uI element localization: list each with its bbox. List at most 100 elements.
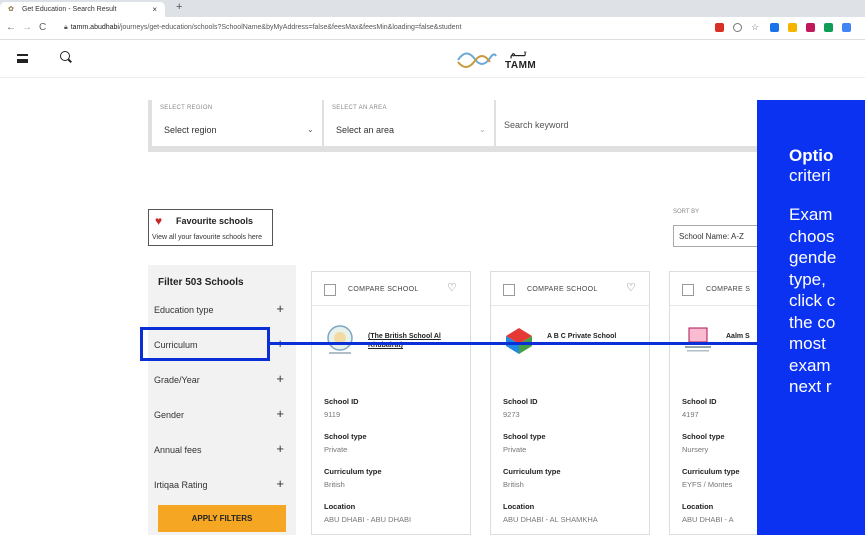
favourite-schools-link[interactable]: ♥ Favourite schools View all your favour…: [148, 209, 273, 246]
filter-label: Annual fees: [154, 445, 202, 455]
school-logo: [685, 327, 711, 352]
divider: [491, 305, 649, 306]
reload-icon[interactable]: C: [39, 22, 46, 33]
region-value: Select region: [164, 125, 217, 135]
chevron-down-icon: ⌄: [307, 125, 314, 134]
apply-filters-button[interactable]: APPLY FILTERS: [158, 505, 286, 532]
school-type-value: Nursery: [682, 445, 709, 454]
curriculum-type-value: EYFS / Montes: [682, 480, 733, 489]
logo-arabic-text: تـــم: [510, 48, 527, 58]
location-value: ABU DHABI - ABU DHABI: [324, 515, 412, 524]
extension-icon[interactable]: [842, 23, 851, 32]
lock-icon: 🔒︎: [64, 24, 68, 31]
area-select[interactable]: SELECT AN AREA Select an area ⌄: [324, 100, 494, 146]
back-icon[interactable]: ←: [6, 22, 16, 33]
menu-icon[interactable]: [17, 54, 28, 63]
address-bar: ← → C 🔒︎ tamm.abudhabi/journeys/get-educa…: [0, 17, 865, 40]
school-id-label: School ID: [324, 397, 359, 406]
filter-label: Education type: [154, 305, 214, 315]
filter-header: Filter 503 Schools: [158, 277, 244, 288]
region-select[interactable]: SELECT REGION Select region ⌄: [152, 100, 322, 146]
area-value: Select an area: [336, 125, 395, 135]
overlay-body: Exam choos gende type, click c the co mo…: [789, 204, 865, 398]
school-logo: [327, 325, 353, 354]
filter-label: Grade/Year: [154, 375, 200, 385]
compare-label: COMPARE SCHOOL: [527, 286, 598, 293]
compare-label: COMPARE SCHOOL: [348, 286, 419, 293]
extension-icon[interactable]: [788, 23, 797, 32]
filter-item-annual-fees[interactable]: Annual fees +: [148, 441, 296, 461]
site-header: [0, 40, 865, 78]
location-value: ABU DHABI - A: [682, 515, 734, 524]
tamm-logo-icon: [457, 52, 497, 68]
compare-checkbox[interactable]: [324, 284, 336, 296]
tab-title: Get Education - Search Result: [21, 6, 117, 13]
sort-select[interactable]: School Name: A-Z: [673, 225, 763, 247]
extension-icon[interactable]: [770, 23, 779, 32]
filter-sidebar: Filter 503 Schools Education type + Curr…: [148, 265, 296, 535]
overlay-line: the co: [789, 312, 836, 332]
overlay-line: next r: [789, 377, 832, 396]
plus-icon: +: [276, 301, 284, 316]
curriculum-type-label: Curriculum type: [324, 467, 382, 476]
tamm-favicon-icon: ✿: [8, 6, 14, 13]
star-icon[interactable]: ☆: [751, 23, 760, 32]
filter-item-grade[interactable]: Grade/Year +: [148, 371, 296, 391]
school-type-label: School type: [682, 432, 725, 441]
plus-icon: +: [276, 371, 284, 386]
school-id-label: School ID: [682, 397, 717, 406]
school-type-value: Private: [324, 445, 348, 454]
overlay-line: type,: [789, 269, 826, 289]
new-tab-button[interactable]: +: [176, 1, 182, 13]
overlay-heading-line2: criteri: [789, 166, 831, 185]
school-name-link[interactable]: A B C Private School: [547, 332, 647, 341]
school-type-label: School type: [503, 432, 546, 441]
area-caption: SELECT AN AREA: [332, 105, 387, 111]
favourite-subtitle: View all your favourite schools here: [152, 234, 262, 241]
school-type-label: School type: [324, 432, 367, 441]
favourite-title: Favourite schools: [176, 216, 254, 226]
instruction-overlay-panel: Optio criteri Exam choos gende type, cli…: [757, 100, 865, 535]
favourite-heart-icon[interactable]: ♡: [626, 281, 636, 294]
forward-icon[interactable]: →: [22, 22, 32, 33]
sort-caption: SORT BY: [673, 209, 700, 215]
filter-label: Irtiqaa Rating: [154, 480, 208, 490]
extension-icon[interactable]: [824, 23, 833, 32]
divider: [312, 305, 470, 306]
compare-checkbox[interactable]: [503, 284, 515, 296]
close-tab-icon[interactable]: ×: [152, 5, 157, 14]
curriculum-type-label: Curriculum type: [503, 467, 561, 476]
url-host: tamm.abudhabi: [70, 24, 119, 31]
shield-extension-icon[interactable]: [806, 23, 815, 32]
school-card[interactable]: COMPARE SCHOOL ♡ A B C Private School Sc…: [490, 271, 650, 535]
favourite-heart-icon[interactable]: ♡: [447, 281, 457, 294]
location-label: Location: [324, 502, 356, 511]
extension-icon[interactable]: [715, 23, 724, 32]
filter-label: Gender: [154, 410, 185, 420]
url-path: /journeys/get-education/schools?SchoolNa…: [119, 24, 462, 31]
filter-item-irtiqaa-rating[interactable]: Irtiqaa Rating +: [148, 476, 296, 496]
search-icon[interactable]: [60, 51, 70, 61]
overlay-line: most: [789, 334, 826, 353]
overlay-line: click c: [789, 291, 836, 310]
chevron-down-icon: ⌄: [479, 125, 486, 134]
location-label: Location: [503, 502, 535, 511]
school-id-value: 4197: [682, 410, 699, 419]
browser-tab[interactable]: ✿ Get Education - Search Result ×: [0, 2, 165, 17]
school-name-link[interactable]: (The British School Al Khubairat): [368, 332, 468, 350]
school-id-value: 9119: [324, 410, 341, 419]
filter-item-gender[interactable]: Gender +: [148, 406, 296, 426]
location-value: ABU DHABI - AL SHAMKHA: [503, 515, 598, 524]
heart-icon: ♥: [155, 214, 163, 228]
region-caption: SELECT REGION: [160, 105, 213, 111]
zoom-icon[interactable]: [733, 23, 742, 32]
curriculum-type-value: British: [503, 480, 524, 489]
compare-label: COMPARE S: [706, 286, 751, 293]
school-id-value: 9273: [503, 410, 520, 419]
school-card[interactable]: COMPARE SCHOOL ♡ (The British School Al …: [311, 271, 471, 535]
compare-checkbox[interactable]: [682, 284, 694, 296]
plus-icon: +: [276, 476, 284, 491]
plus-icon: +: [276, 441, 284, 456]
filter-item-education-type[interactable]: Education type +: [148, 301, 296, 321]
highlight-connector-line: [270, 342, 757, 345]
